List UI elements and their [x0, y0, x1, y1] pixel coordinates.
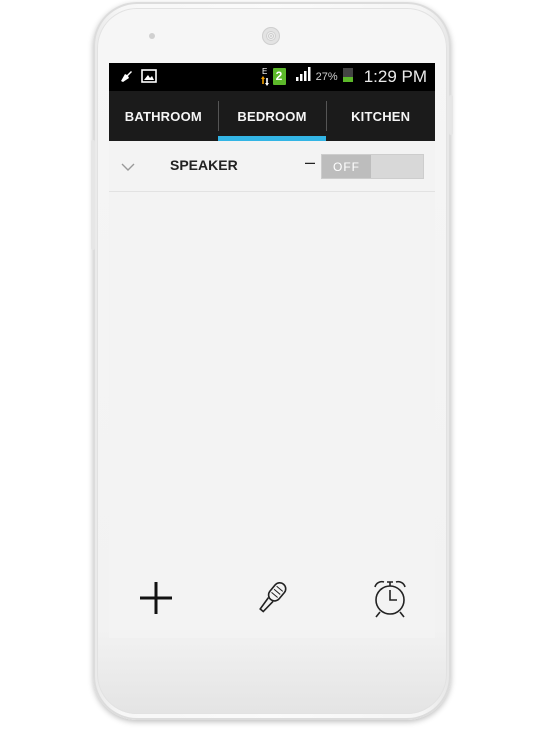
device-name: SPEAKER [170, 157, 238, 173]
room-tabs: BATHROOM BEDROOM KITCHEN [109, 91, 435, 141]
volume-button [91, 140, 95, 250]
network-type: E [261, 67, 268, 76]
earpiece-speaker [262, 27, 280, 45]
sim-badge: 2 [275, 69, 283, 83]
tab-label: BATHROOM [124, 108, 202, 124]
image-icon [141, 69, 157, 88]
bottom-action-bar [109, 568, 435, 628]
battery-percent: 27% [315, 70, 338, 83]
add-button[interactable] [134, 578, 178, 622]
signal-icon [295, 67, 312, 86]
voice-button[interactable] [250, 578, 294, 622]
cleanup-icon [119, 69, 133, 88]
battery-icon [342, 66, 354, 87]
tab-bathroom[interactable]: BATHROOM [109, 91, 218, 141]
device-row-speaker[interactable]: SPEAKER – OFF [109, 141, 435, 192]
power-button [449, 95, 453, 135]
microphone-icon [254, 578, 290, 623]
sim-2-icon: 2 [272, 68, 286, 85]
tab-bedroom[interactable]: BEDROOM [217, 91, 327, 141]
screen: E 2 27% 1:29 PM BATHROOM BEDROOM KITCHEN [109, 63, 435, 638]
status-bar: E 2 27% 1:29 PM [109, 63, 435, 91]
tab-kitchen[interactable]: KITCHEN [326, 91, 435, 141]
toggle-state-label: OFF [322, 155, 371, 178]
chevron-down-icon[interactable] [121, 159, 135, 177]
front-camera [149, 33, 155, 39]
power-toggle[interactable]: OFF [321, 154, 424, 179]
alarm-button[interactable] [368, 578, 412, 622]
tab-label: KITCHEN [351, 108, 411, 124]
tab-label: BEDROOM [237, 108, 307, 124]
alarm-clock-icon [371, 578, 409, 623]
plus-icon [138, 580, 174, 621]
decrease-button[interactable]: – [305, 152, 315, 173]
data-arrows-icon: E [260, 67, 269, 86]
clock: 1:29 PM [363, 66, 427, 86]
